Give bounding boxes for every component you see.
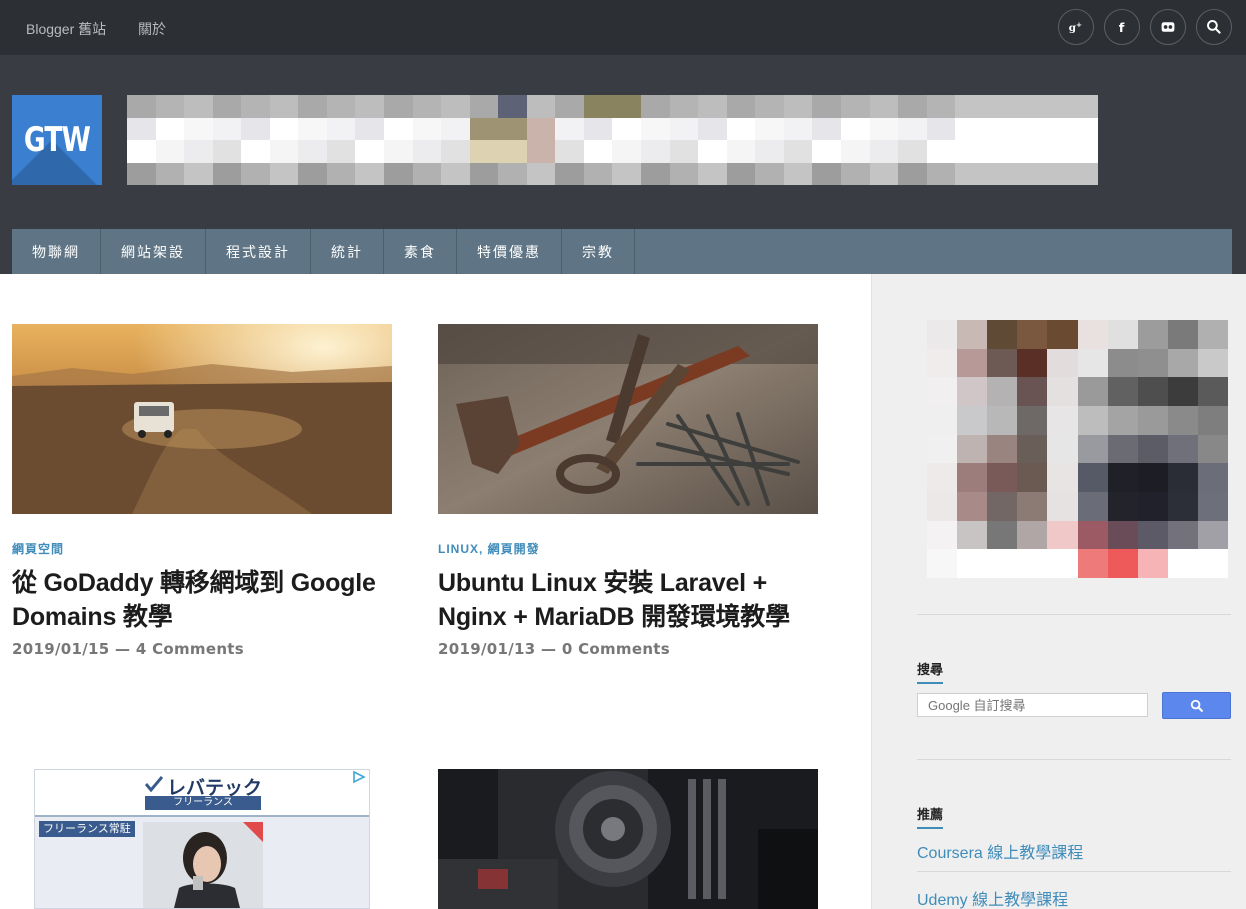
about-link[interactable]: 關於 xyxy=(138,19,166,39)
post-comments-link[interactable]: 4 Comments xyxy=(136,640,244,658)
flickr-icon[interactable] xyxy=(1150,9,1186,45)
ad-photo-person xyxy=(143,822,263,908)
post-date[interactable]: 2019/01/15 xyxy=(12,640,109,658)
in-feed-ad[interactable]: レバテック フリーランス フリーランス常駐 xyxy=(34,769,370,909)
post-meta: 2019/01/15 — 4 Comments xyxy=(12,640,392,658)
google-plus-icon[interactable]: g + xyxy=(1058,9,1094,45)
ad-brand-sub: フリーランス xyxy=(145,796,261,810)
svg-text:f: f xyxy=(1119,21,1125,35)
nav-item-programming[interactable]: 程式設計 xyxy=(206,229,311,274)
nav-item-vegetarian[interactable]: 素食 xyxy=(384,229,457,274)
post-thumbnail-computer-hardware[interactable] xyxy=(438,769,818,909)
search-input[interactable] xyxy=(917,693,1148,717)
post-thumbnail-desert-car[interactable] xyxy=(12,324,392,514)
logo-text: GTW xyxy=(23,120,91,160)
post-title[interactable]: 從 GoDaddy 轉移網域到 Google Domains 教學 xyxy=(12,566,392,634)
category-link[interactable]: LINUX xyxy=(438,542,479,556)
meta-separator: — xyxy=(535,640,562,658)
search-button[interactable] xyxy=(1162,692,1231,719)
nav-item-statistics[interactable]: 統計 xyxy=(311,229,384,274)
post-card: LINUX, 網頁開發 Ubuntu Linux 安裝 Laravel + Ng… xyxy=(438,324,818,658)
post-card: 網頁空間 從 GoDaddy 轉移網域到 Google Domains 教學 2… xyxy=(12,324,392,658)
category-link[interactable]: 網頁開發 xyxy=(488,542,540,556)
recommend-link-udemy[interactable]: Udemy 線上教學課程 xyxy=(917,886,1068,909)
header-banner-ad[interactable] xyxy=(127,95,1098,185)
nav-item-iot[interactable]: 物聯網 xyxy=(12,229,101,274)
checkmark-icon xyxy=(145,776,163,792)
site-header: GTW 物聯網 網站架設 程式設計 統計 素食 特價優惠 宗教 xyxy=(0,55,1246,274)
nav-item-religion[interactable]: 宗教 xyxy=(562,229,635,274)
search-icon[interactable] xyxy=(1196,9,1232,45)
site-logo[interactable]: GTW xyxy=(12,95,102,185)
divider xyxy=(917,759,1231,760)
facebook-icon[interactable]: f xyxy=(1104,9,1140,45)
post-categories: 網頁空間 xyxy=(12,540,392,557)
blogger-old-site-link[interactable]: Blogger 舊站 xyxy=(26,19,106,39)
category-separator: , xyxy=(479,542,488,556)
recommend-link-coursera[interactable]: Coursera 線上教學課程 xyxy=(917,839,1083,863)
ad-header: レバテック フリーランス xyxy=(35,770,369,817)
divider xyxy=(917,614,1231,615)
post-comments-link[interactable]: 0 Comments xyxy=(562,640,670,658)
recommend-widget-title: 推薦 xyxy=(917,804,944,829)
ad-tag: フリーランス常駐 xyxy=(39,821,135,837)
meta-separator: — xyxy=(109,640,136,658)
post-meta: 2019/01/13 — 0 Comments xyxy=(438,640,818,658)
search-widget-title: 搜尋 xyxy=(917,659,944,684)
post-categories: LINUX, 網頁開發 xyxy=(438,540,818,557)
nav-item-deals[interactable]: 特價優惠 xyxy=(457,229,562,274)
adchoices-icon[interactable] xyxy=(351,770,367,784)
divider xyxy=(917,871,1231,872)
svg-text:+: + xyxy=(1076,20,1082,29)
post-date[interactable]: 2019/01/13 xyxy=(438,640,535,658)
search-icon xyxy=(1190,699,1203,712)
post-thumbnail-tools[interactable] xyxy=(438,324,818,514)
sidebar-ad[interactable] xyxy=(927,320,1228,578)
nav-item-web-hosting[interactable]: 網站架設 xyxy=(101,229,206,274)
category-link[interactable]: 網頁空間 xyxy=(12,542,64,556)
top-bar: Blogger 舊站 關於 g + f xyxy=(0,0,1246,55)
post-title[interactable]: Ubuntu Linux 安裝 Laravel + Nginx + MariaD… xyxy=(438,566,818,634)
main-nav: 物聯網 網站架設 程式設計 統計 素食 特價優惠 宗教 xyxy=(12,229,1232,274)
